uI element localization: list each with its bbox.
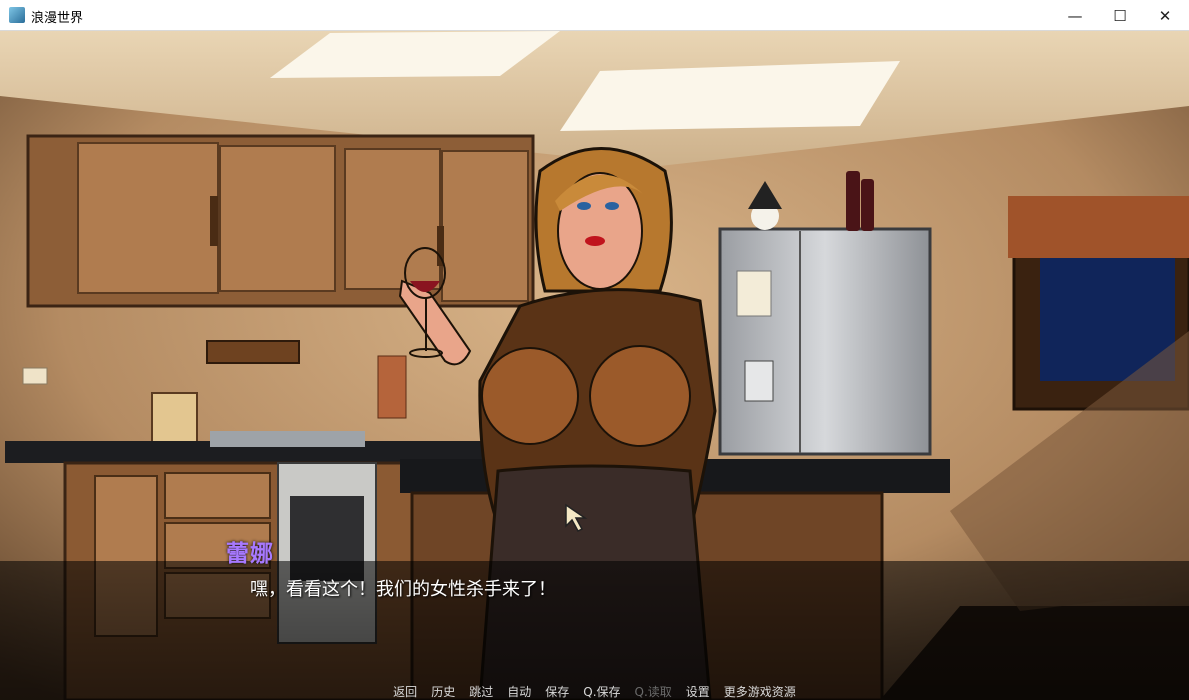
minimize-button[interactable]: —	[1052, 0, 1098, 31]
maximize-button[interactable]: ☐	[1097, 0, 1143, 31]
game-scene[interactable]	[0, 31, 1189, 700]
speaker-name: 蕾娜	[226, 541, 274, 567]
more-resources-button[interactable]: 更多游戏资源	[724, 683, 796, 700]
quick-menu: 返回 历史 跳过 自动 保存 Q.保存 Q.读取 设置 更多游戏资源	[0, 683, 1189, 700]
close-button[interactable]: ✕	[1142, 0, 1188, 31]
window-title: 浪漫世界	[31, 11, 84, 26]
auto-button[interactable]: 自动	[507, 683, 531, 700]
app-icon	[9, 7, 25, 23]
back-button[interactable]: 返回	[393, 683, 417, 700]
history-button[interactable]: 历史	[431, 683, 455, 700]
quick-save-button[interactable]: Q.保存	[583, 683, 620, 700]
quick-load-button[interactable]: Q.读取	[635, 683, 672, 700]
settings-button[interactable]: 设置	[686, 683, 710, 700]
dialogue-box[interactable]	[0, 561, 1189, 700]
dialogue-text: 嘿，看看这个！我们的女性杀手来了！	[250, 579, 556, 600]
save-button[interactable]: 保存	[545, 683, 569, 700]
skip-button[interactable]: 跳过	[469, 683, 493, 700]
window-titlebar: 浪漫世界 — ☐ ✕	[0, 0, 1189, 31]
